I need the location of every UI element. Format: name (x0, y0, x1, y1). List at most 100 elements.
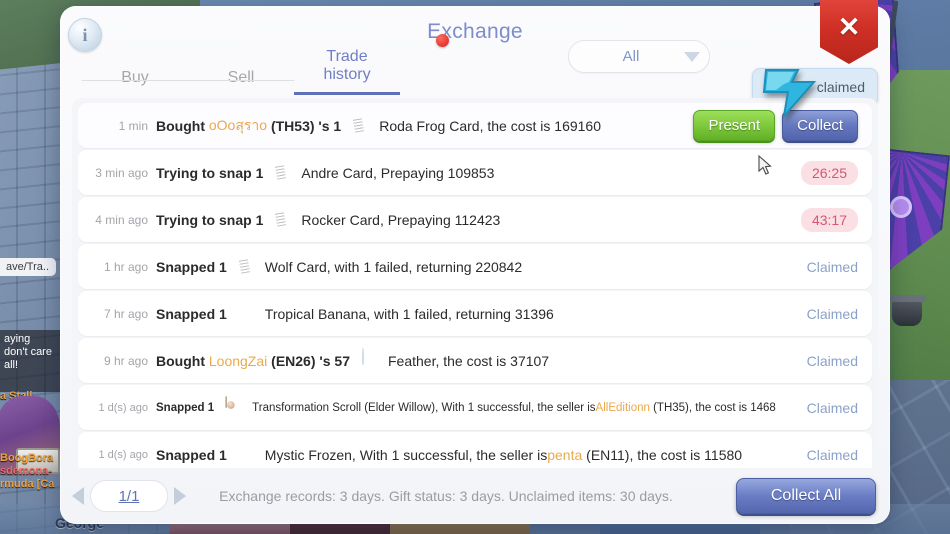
row-timestamp: 1 d(s) ago (98, 448, 148, 461)
card-icon (347, 113, 373, 139)
table-row[interactable]: 3 min ago Trying to snap 1 Andre Card, P… (78, 150, 872, 195)
tent-emblem (890, 196, 912, 218)
row-verb: Snapped 1 (156, 305, 227, 322)
row-detail-seller: AllEditionn (595, 401, 650, 414)
row-description: Snapped 1 Wolf Card, with 1 failed, retu… (156, 254, 807, 280)
row-seller-name: LoongZai (208, 352, 268, 369)
row-detail-seller: penta (547, 446, 583, 463)
card-icon (269, 207, 295, 233)
player-name-list: BoogBora sdemona- rmuda [Ca (0, 452, 64, 491)
status-badge: 43:17 (800, 207, 858, 232)
close-x-icon: ✕ (837, 12, 861, 42)
frozen-icon (233, 442, 259, 468)
card-icon (269, 160, 295, 186)
row-timestamp: 9 hr ago (103, 353, 148, 368)
row-timestamp: 1 d(s) ago (98, 401, 148, 414)
card-icon (233, 254, 259, 280)
row-quantity: 's 1 (318, 117, 342, 134)
table-row[interactable]: 7 hr ago Snapped 1 Tropical Banana, with… (78, 291, 872, 336)
feather-icon (356, 347, 382, 374)
tab-trade-history[interactable]: Trade history (294, 48, 400, 95)
scroll-icon (222, 395, 244, 418)
row-timestamp: 3 min ago (95, 165, 148, 180)
chat-line-3: all! (4, 359, 19, 371)
tab-sell[interactable]: Sell (188, 69, 294, 95)
row-verb: Snapped 1 (156, 401, 215, 414)
screen: ave/Tra.. aying don't care all! a Stall … (0, 0, 950, 534)
background-chat-box: aying don't care all! (0, 330, 62, 392)
row-verb: Bought (156, 352, 205, 369)
status-badge: Claimed (806, 399, 858, 416)
row-detail: Andre Card, Prepaying 109853 (301, 164, 495, 181)
row-detail-tag: (TH35) (653, 401, 689, 414)
filter-selected-value: All (622, 48, 640, 65)
table-row[interactable]: 1 d(s) ago Snapped 1 Mystic Frozen, With… (78, 432, 872, 468)
chat-line-1: aying (4, 333, 31, 345)
row-detail: Wolf Card, with 1 failed, returning 2208… (264, 258, 523, 275)
retention-note: Exchange records: 3 days. Gift status: 3… (219, 488, 673, 504)
close-button[interactable]: ✕ (820, 0, 878, 64)
tab-trade-history-line2: history (323, 66, 371, 83)
table-row[interactable]: 1 d(s) ago Snapped 1 Transformation Scro… (78, 385, 872, 430)
row-status: Claimed (807, 306, 872, 322)
row-seller-tag: (TH53) (270, 117, 315, 134)
table-row[interactable]: 4 min ago Trying to snap 1 Rocker Card, … (78, 197, 872, 242)
row-detail: Feather, the cost is 37107 (387, 352, 550, 369)
mouse-cursor (758, 155, 772, 175)
row-verb: Snapped 1 (156, 446, 227, 463)
chevron-down-icon (675, 51, 709, 62)
player-name-1: BoogBora (0, 452, 54, 464)
cooking-pot (888, 295, 926, 326)
row-status: Claimed (807, 353, 872, 369)
page-title: Exchange (427, 20, 523, 43)
status-badge: Claimed (806, 446, 858, 463)
player-name-3: rmuda [Ca (0, 478, 55, 490)
row-detail-tail: , the cost is 1468 (688, 401, 776, 414)
status-badge: Claimed (806, 352, 858, 369)
row-verb: Trying to snap 1 (156, 164, 264, 181)
collect-all-button[interactable]: Collect All (736, 478, 876, 514)
row-verb: Bought (156, 117, 205, 134)
unclaimed-tooltip-label: claimed (816, 79, 865, 95)
chevron-left-icon[interactable] (72, 487, 84, 505)
tab-bar: Buy Sell Trade history (82, 48, 400, 95)
row-detail: Roda Frog Card, the cost is 169160 (379, 117, 601, 134)
row-detail: Tropical Banana, with 1 failed, returnin… (264, 305, 554, 322)
row-status: Claimed (807, 259, 872, 275)
trade-history-list[interactable]: 1 min Bought oOoสุราo (TH53) 's 1 Roda F… (72, 98, 878, 468)
tab-trade-history-line1: Trade (326, 48, 368, 65)
player-name-2: sdemona- (0, 465, 52, 477)
row-description: Snapped 1 Mystic Frozen, With 1 successf… (156, 442, 807, 468)
status-badge: Claimed (806, 305, 858, 322)
row-detail: Rocker Card, Prepaying 112423 (301, 211, 501, 228)
row-status: Claimed (807, 400, 872, 416)
row-description: Bought LoongZai (EN26) 's 57 Feather, th… (156, 347, 807, 374)
row-detail: Mystic Frozen, With 1 successful, the se… (264, 446, 548, 463)
row-verb: Snapped 1 (156, 258, 227, 275)
background-label-chip: ave/Tra.. (0, 258, 56, 276)
filter-dropdown[interactable]: All (568, 40, 710, 73)
row-description: Trying to snap 1 Andre Card, Prepaying 1… (156, 160, 801, 186)
row-description: Trying to snap 1 Rocker Card, Prepaying … (156, 207, 801, 233)
row-quantity: 's 57 (319, 352, 350, 369)
exchange-panel: i Exchange Buy Sell Trade history All ✕ … (60, 0, 890, 524)
banana-icon (233, 301, 259, 327)
row-timestamp: 1 min (118, 118, 148, 133)
row-status: 43:17 (800, 207, 872, 232)
row-description: Snapped 1 Transformation Scroll (Elder W… (156, 395, 807, 421)
table-row[interactable]: ! 9 hr ago Bought LoongZai (EN26) 's 57 … (78, 338, 872, 383)
chat-line-2: don't care (4, 346, 52, 358)
row-detail-tail: , the cost is 11580 (629, 446, 743, 463)
row-status: 26:25 (800, 160, 872, 185)
panel-footer: 1/1 Exchange records: 3 days. Gift statu… (60, 468, 890, 524)
tab-buy[interactable]: Buy (82, 69, 188, 95)
row-seller-name: oOoสุราo (208, 116, 268, 133)
table-row[interactable]: 1 hr ago Snapped 1 Wolf Card, with 1 fai… (78, 244, 872, 289)
notification-dot-icon (436, 34, 449, 47)
table-row[interactable]: 1 min Bought oOoสุราo (TH53) 's 1 Roda F… (78, 103, 872, 148)
row-description: Bought oOoสุราo (TH53) 's 1 Roda Frog Ca… (156, 113, 686, 139)
status-badge: 26:25 (800, 160, 858, 185)
tab-divider (82, 80, 294, 81)
tutorial-arrow-cursor (762, 69, 817, 120)
row-detail: Transformation Scroll (Elder Willow), Wi… (252, 401, 596, 414)
